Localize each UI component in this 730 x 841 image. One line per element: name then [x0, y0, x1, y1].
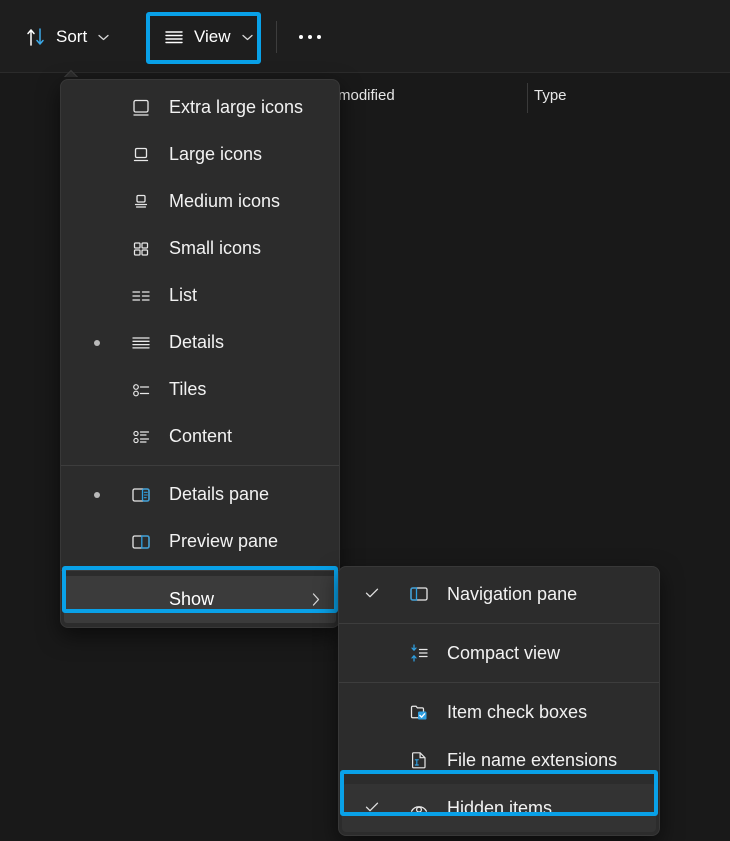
column-divider[interactable]	[527, 83, 528, 113]
submenu-item-label: Compact view	[447, 642, 561, 663]
sort-arrows-icon	[25, 26, 47, 48]
file-explorer-view-menu-screen: Sort View modified Type Extra large icon…	[0, 0, 730, 841]
submenu-item-item-check-boxes[interactable]: Item check boxes	[342, 688, 656, 736]
list-icon	[130, 285, 152, 307]
checkmark-icon	[364, 799, 380, 815]
item-check-boxes-icon	[408, 701, 430, 723]
menu-item-small-icons[interactable]: Small icons	[64, 225, 336, 272]
view-button[interactable]: View	[152, 17, 264, 57]
content-icon	[130, 426, 152, 448]
toolbar: Sort View	[0, 0, 730, 73]
column-header-type[interactable]: Type	[534, 87, 567, 104]
chevron-down-icon	[98, 34, 109, 41]
menu-item-medium-icons[interactable]: Medium icons	[64, 178, 336, 225]
menu-item-details-pane[interactable]: Details pane	[64, 471, 336, 518]
menu-item-details[interactable]: Details	[64, 319, 336, 366]
submenu-item-label: Navigation pane	[447, 583, 578, 604]
chevron-right-icon	[312, 593, 320, 606]
submenu-item-navigation-pane[interactable]: Navigation pane	[342, 570, 656, 618]
menu-separator	[61, 570, 339, 571]
column-header-date-modified[interactable]: modified	[338, 87, 395, 104]
ellipsis-icon	[299, 35, 321, 39]
medium-icons-icon	[130, 191, 152, 213]
menu-item-label: Details pane	[169, 484, 270, 504]
details-pane-icon	[130, 484, 152, 506]
selected-indicator-dot	[94, 339, 100, 346]
menu-item-show[interactable]: Show	[64, 576, 336, 623]
menu-item-label: Show	[169, 589, 215, 609]
menu-item-content[interactable]: Content	[64, 413, 336, 460]
menu-item-label: Extra large icons	[169, 97, 304, 117]
submenu-separator	[339, 623, 659, 624]
extra-large-icons-icon	[130, 97, 152, 119]
menu-separator	[61, 465, 339, 466]
toolbar-divider	[276, 21, 277, 53]
hidden-items-icon	[408, 797, 430, 819]
menu-item-label: List	[169, 285, 198, 305]
menu-item-preview-pane[interactable]: Preview pane	[64, 518, 336, 565]
submenu-separator	[339, 682, 659, 683]
submenu-item-file-name-extensions[interactable]: File name extensions	[342, 736, 656, 784]
view-lines-icon	[163, 26, 185, 48]
submenu-item-compact-view[interactable]: Compact view	[342, 629, 656, 677]
sort-button-label: Sort	[56, 27, 88, 46]
menu-item-label: Tiles	[169, 379, 207, 399]
show-submenu: Navigation pane Compact view Item check …	[338, 566, 660, 836]
menu-item-large-icons[interactable]: Large icons	[64, 131, 336, 178]
menu-item-label: Small icons	[169, 238, 262, 258]
navigation-pane-icon	[408, 583, 430, 605]
details-icon	[130, 332, 152, 354]
checkmark-icon	[364, 585, 380, 601]
small-icons-icon	[130, 238, 152, 260]
submenu-item-hidden-items[interactable]: Hidden items	[342, 784, 656, 832]
menu-item-list[interactable]: List	[64, 272, 336, 319]
submenu-item-label: Hidden items	[447, 797, 553, 818]
submenu-item-label: File name extensions	[447, 749, 618, 770]
submenu-item-label: Item check boxes	[447, 701, 588, 722]
menu-item-label: Medium icons	[169, 191, 281, 211]
menu-item-extra-large-icons[interactable]: Extra large icons	[64, 84, 336, 131]
menu-item-label: Preview pane	[169, 531, 279, 551]
selected-indicator-dot	[94, 491, 100, 498]
preview-pane-icon	[130, 531, 152, 553]
sort-button[interactable]: Sort	[14, 17, 120, 57]
tiles-icon	[130, 379, 152, 401]
menu-item-label: Details	[169, 332, 225, 352]
compact-view-icon	[408, 642, 430, 664]
view-dropdown-menu: Extra large icons Large icons Medium ico…	[60, 79, 340, 628]
menu-caret-icon	[64, 68, 78, 77]
menu-item-label: Content	[169, 426, 233, 446]
view-button-label: View	[194, 27, 231, 46]
see-more-button[interactable]	[288, 17, 332, 57]
chevron-down-icon	[241, 34, 253, 41]
menu-item-label: Large icons	[169, 144, 263, 164]
large-icons-icon	[130, 144, 152, 166]
file-name-extensions-icon	[408, 749, 430, 771]
menu-item-tiles[interactable]: Tiles	[64, 366, 336, 413]
